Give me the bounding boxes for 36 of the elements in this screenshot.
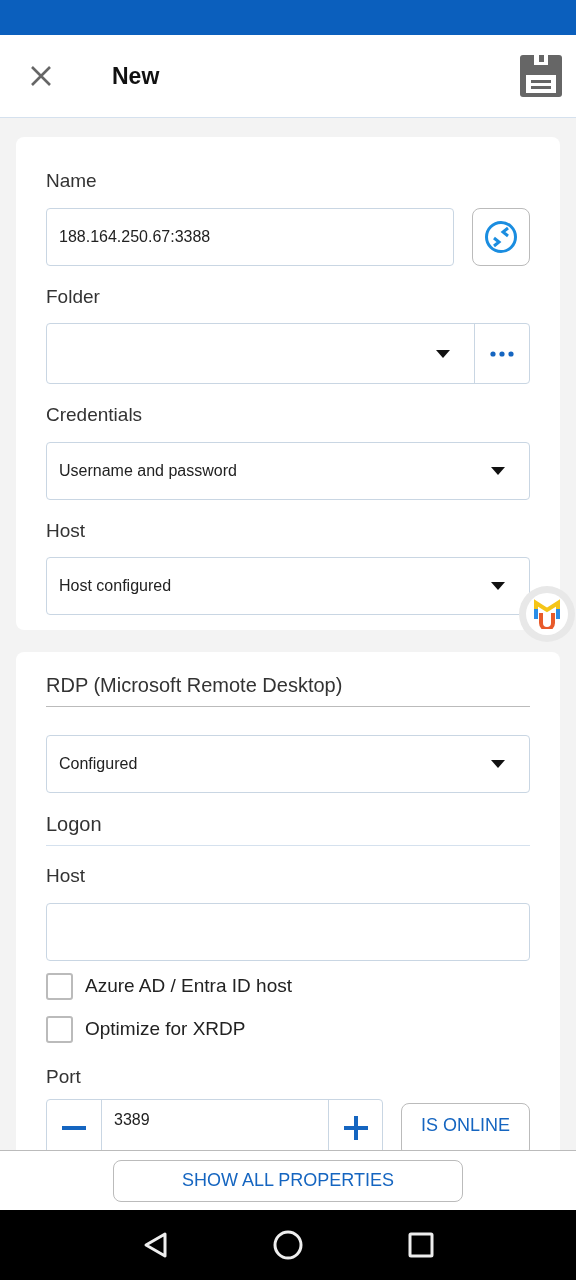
field-label: Credentials: [46, 403, 144, 427]
field-label: Name: [46, 169, 98, 193]
more-icon: [490, 350, 514, 357]
dropdown-arrow-icon: [491, 582, 505, 590]
field-label: Port: [46, 1064, 82, 1089]
rdp-mode-dropdown[interactable]: Configured: [46, 735, 530, 793]
name-input[interactable]: 188.164.250.67:3388: [46, 207, 454, 266]
remote-desktop-icon: [484, 219, 518, 254]
close-icon: [30, 65, 52, 87]
dropdown-arrow-icon: [436, 349, 450, 358]
checkbox-label: Azure AD / Entra ID host: [85, 973, 292, 998]
dropdown[interactable]: Host configured: [46, 557, 530, 615]
minus-icon: [62, 1126, 86, 1130]
field-label: Host: [46, 518, 87, 543]
host-input[interactable]: [46, 902, 530, 961]
show-all-properties-button[interactable]: SHOW ALL PROPERTIES: [113, 1159, 463, 1202]
section-title: RDP (Microsoft Remote Desktop): [46, 674, 343, 696]
dropdown-arrow-icon: [491, 760, 505, 768]
plus-icon: [343, 1116, 368, 1140]
section-title: Logon: [46, 813, 102, 835]
home-icon[interactable]: [273, 1230, 303, 1260]
dropdown[interactable]: Username and password: [46, 441, 530, 500]
page-title: New: [112, 61, 161, 91]
save-button[interactable]: [520, 55, 562, 97]
save-icon: [520, 55, 562, 97]
dropdown-arrow-icon: [491, 466, 505, 475]
logo-icon: [533, 599, 561, 629]
checkbox[interactable]: [46, 1015, 73, 1043]
port-value: 3389: [113, 1110, 151, 1130]
checkbox-label: Optimize for XRDP: [85, 1016, 246, 1041]
field-label: Folder: [46, 284, 101, 309]
back-icon[interactable]: [142, 1231, 169, 1259]
checkbox[interactable]: [46, 972, 73, 1000]
recents-icon[interactable]: [407, 1232, 434, 1258]
field-label: Host: [46, 864, 87, 888]
remote-desktop-button[interactable]: [472, 207, 530, 266]
